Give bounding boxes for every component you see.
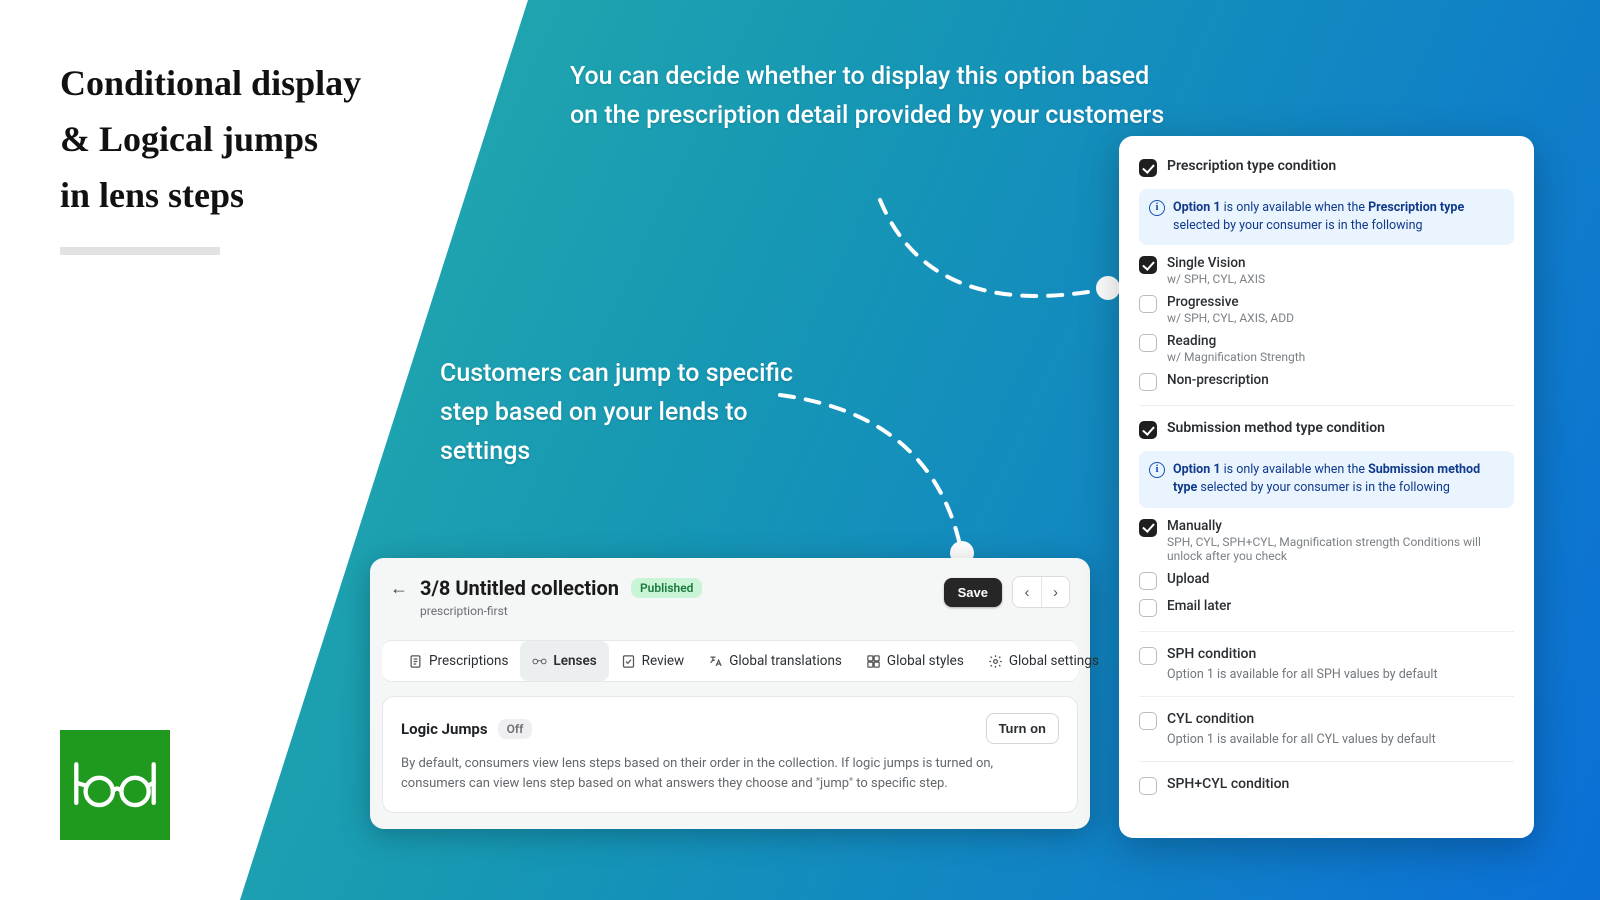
tab-lenses[interactable]: Lenses bbox=[520, 641, 608, 681]
tab-label: Global styles bbox=[887, 653, 964, 669]
annotation-top: You can decide whether to display this o… bbox=[570, 58, 1170, 136]
back-button[interactable]: ← bbox=[390, 578, 408, 599]
option-sublabel: w/ SPH, CYL, AXIS bbox=[1167, 272, 1265, 286]
lenses-icon bbox=[532, 654, 547, 669]
option-label: Upload bbox=[1167, 571, 1209, 587]
editor-topbar: ← 3/8 Untitled collection Published pres… bbox=[370, 558, 1090, 626]
heading-line-3: in lens steps bbox=[60, 168, 490, 224]
option-label: Reading bbox=[1167, 333, 1305, 349]
translations-icon bbox=[708, 654, 723, 669]
prescription-type-info: i Option 1 is only available when the Pr… bbox=[1139, 189, 1514, 245]
submission-method-info: i Option 1 is only available when the Su… bbox=[1139, 451, 1514, 507]
option-sublabel: w/ Magnification Strength bbox=[1167, 350, 1305, 364]
option-single-vision[interactable]: Single Visionw/ SPH, CYL, AXIS bbox=[1139, 255, 1514, 286]
tab-global-styles[interactable]: Global styles bbox=[854, 641, 976, 681]
tab-global-settings[interactable]: Global settings bbox=[976, 641, 1111, 681]
submission-method-condition-section: Submission method type condition i Optio… bbox=[1139, 405, 1514, 630]
tab-label: Prescriptions bbox=[429, 653, 508, 669]
option-label: Single Vision bbox=[1167, 255, 1265, 271]
tab-review[interactable]: Review bbox=[609, 641, 697, 681]
styles-icon bbox=[866, 654, 881, 669]
sph-cyl-condition-section: SPH+CYL condition bbox=[1139, 761, 1514, 809]
glasses-icon bbox=[72, 755, 158, 815]
review-icon bbox=[621, 654, 636, 669]
sph-condition-sublabel: Option 1 is available for all SPH values… bbox=[1167, 667, 1514, 682]
cyl-condition-label: CYL condition bbox=[1167, 711, 1254, 727]
logic-jumps-card: Logic Jumps Off Turn on By default, cons… bbox=[382, 696, 1078, 813]
logic-jumps-title: Logic Jumps bbox=[401, 720, 488, 738]
sph-cyl-condition-label: SPH+CYL condition bbox=[1167, 776, 1289, 792]
option-email-later[interactable]: Email later bbox=[1139, 598, 1514, 617]
option-label: Non-prescription bbox=[1167, 372, 1269, 388]
option-label: Progressive bbox=[1167, 294, 1294, 310]
info-icon: i bbox=[1149, 462, 1165, 478]
checkbox-upload[interactable] bbox=[1139, 572, 1157, 590]
checkbox-email-later[interactable] bbox=[1139, 599, 1157, 617]
checkbox-prescription-type-condition[interactable] bbox=[1139, 159, 1157, 177]
prescription-type-options: Single Visionw/ SPH, CYL, AXIS Progressi… bbox=[1139, 255, 1514, 391]
prescriptions-icon bbox=[408, 654, 423, 669]
turn-on-button[interactable]: Turn on bbox=[986, 713, 1059, 744]
prev-button[interactable]: ‹ bbox=[1013, 577, 1041, 607]
cyl-condition-sublabel: Option 1 is available for all CYL values… bbox=[1167, 732, 1514, 747]
option-label: Manually bbox=[1167, 518, 1514, 534]
brand-logo bbox=[60, 730, 170, 840]
checkbox-reading[interactable] bbox=[1139, 334, 1157, 352]
option-manually[interactable]: ManuallySPH, CYL, SPH+CYL, Magnification… bbox=[1139, 518, 1514, 563]
slide-heading: Conditional display & Logical jumps in l… bbox=[60, 56, 490, 255]
logic-jumps-status-badge: Off bbox=[498, 719, 533, 739]
submission-method-options: ManuallySPH, CYL, SPH+CYL, Magnification… bbox=[1139, 518, 1514, 617]
logic-jumps-description: By default, consumers view lens steps ba… bbox=[401, 754, 1059, 794]
tab-label: Review bbox=[642, 653, 685, 669]
option-progressive[interactable]: Progressivew/ SPH, CYL, AXIS, ADD bbox=[1139, 294, 1514, 325]
checkbox-submission-method-condition[interactable] bbox=[1139, 421, 1157, 439]
cyl-condition-section: CYL condition Option 1 is available for … bbox=[1139, 696, 1514, 761]
gear-icon bbox=[988, 654, 1003, 669]
option-upload[interactable]: Upload bbox=[1139, 571, 1514, 590]
tab-label: Lenses bbox=[553, 653, 596, 669]
option-label: Email later bbox=[1167, 598, 1231, 614]
collection-title: 3/8 Untitled collection bbox=[420, 576, 619, 600]
save-button[interactable]: Save bbox=[944, 578, 1002, 607]
prescription-type-condition-label: Prescription type condition bbox=[1167, 158, 1336, 174]
checkbox-sph-condition[interactable] bbox=[1139, 647, 1157, 665]
option-sublabel: SPH, CYL, SPH+CYL, Magnification strengt… bbox=[1167, 535, 1514, 563]
prev-next-nav: ‹ › bbox=[1012, 576, 1070, 608]
checkbox-sph-cyl-condition[interactable] bbox=[1139, 777, 1157, 795]
prescription-type-condition-section: Prescription type condition i Option 1 i… bbox=[1139, 152, 1514, 405]
option-non-prescription[interactable]: Non-prescription bbox=[1139, 372, 1514, 391]
heading-line-1: Conditional display bbox=[60, 56, 490, 112]
tab-global-translations[interactable]: Global translations bbox=[696, 641, 854, 681]
submission-method-condition-label: Submission method type condition bbox=[1167, 420, 1385, 436]
heading-line-2: & Logical jumps bbox=[60, 112, 490, 168]
collection-editor-panel: ← 3/8 Untitled collection Published pres… bbox=[370, 558, 1090, 829]
option-sublabel: w/ SPH, CYL, AXIS, ADD bbox=[1167, 311, 1294, 325]
checkbox-manually[interactable] bbox=[1139, 519, 1157, 537]
tab-label: Global settings bbox=[1009, 653, 1099, 669]
sph-condition-label: SPH condition bbox=[1167, 646, 1256, 662]
next-button[interactable]: › bbox=[1041, 577, 1069, 607]
tab-label: Global translations bbox=[729, 653, 842, 669]
conditions-panel: Prescription type condition i Option 1 i… bbox=[1119, 136, 1534, 838]
sph-condition-section: SPH condition Option 1 is available for … bbox=[1139, 631, 1514, 696]
info-icon: i bbox=[1149, 200, 1165, 216]
checkbox-cyl-condition[interactable] bbox=[1139, 712, 1157, 730]
annotation-middle: Customers can jump to specific step base… bbox=[440, 355, 800, 471]
checkbox-non-prescription[interactable] bbox=[1139, 373, 1157, 391]
heading-underline bbox=[60, 247, 220, 255]
collection-slug: prescription-first bbox=[420, 604, 702, 618]
option-reading[interactable]: Readingw/ Magnification Strength bbox=[1139, 333, 1514, 364]
checkbox-single-vision[interactable] bbox=[1139, 256, 1157, 274]
published-badge: Published bbox=[631, 578, 702, 598]
checkbox-progressive[interactable] bbox=[1139, 295, 1157, 313]
tab-prescriptions[interactable]: Prescriptions bbox=[396, 641, 520, 681]
editor-tabs: Prescriptions Lenses Review Global trans… bbox=[382, 640, 1078, 682]
